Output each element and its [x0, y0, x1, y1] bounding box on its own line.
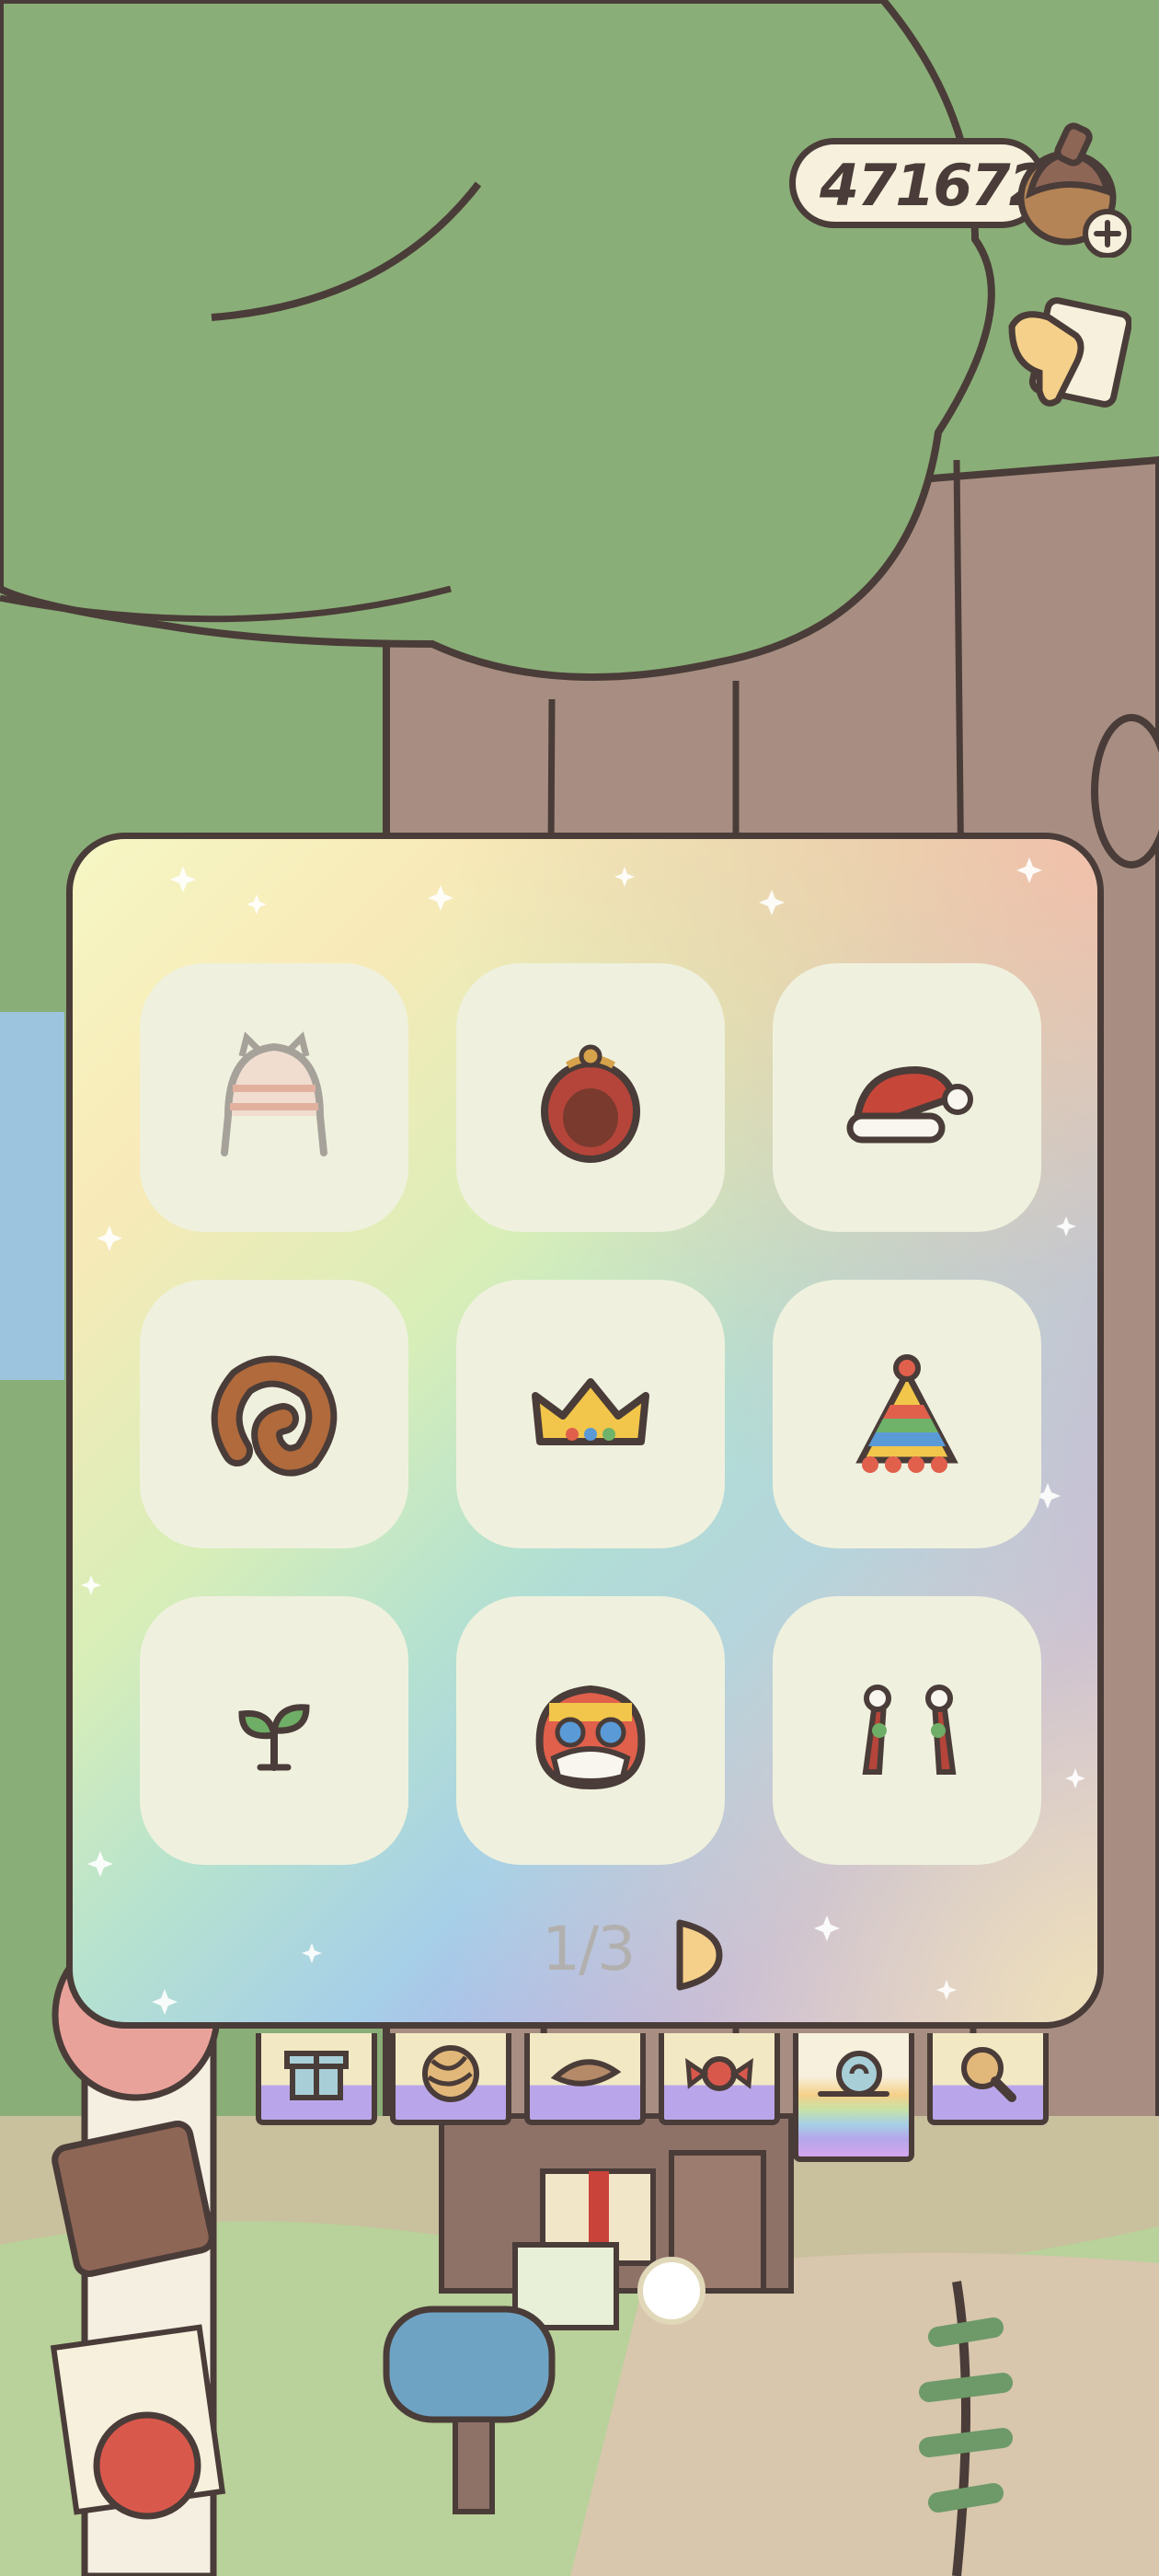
lion-dance-mask-icon: [535, 1685, 646, 1790]
leaf-icon: [550, 2059, 622, 2087]
item-slot[interactable]: [773, 1596, 1041, 1865]
gourd-bag-icon: [541, 1044, 640, 1163]
item-slot[interactable]: [456, 963, 725, 1232]
item-slot[interactable]: [140, 1280, 408, 1548]
tab-leaves[interactable]: [524, 2033, 646, 2134]
knit-hat-icon: [221, 1031, 327, 1156]
item-slot[interactable]: [456, 1596, 725, 1865]
plus-icon[interactable]: [1083, 209, 1131, 258]
yarn-ball-icon: [422, 2045, 479, 2102]
snail-icon: [818, 2051, 889, 2097]
candy-icon: [685, 2056, 753, 2091]
tab-snail[interactable]: [793, 2033, 914, 2162]
magnifier-icon: [961, 2047, 1016, 2102]
item-slot[interactable]: [140, 1596, 408, 1865]
currency-pill: 471672: [789, 138, 1049, 228]
sprout-icon: [238, 1704, 310, 1771]
item-slot[interactable]: [140, 963, 408, 1232]
pager: 1/3: [73, 1906, 1097, 1998]
acorn-counter: 471672: [789, 138, 1049, 230]
gift-icon: [284, 2051, 349, 2100]
pretzel-icon: [211, 1355, 338, 1477]
next-page-arrow-icon[interactable]: [669, 1914, 724, 1996]
page-indicator: 1/3: [542, 1914, 636, 1984]
crown-icon: [532, 1378, 649, 1445]
tab-gifts[interactable]: [256, 2033, 377, 2134]
tab-yarn[interactable]: [390, 2033, 511, 2134]
inventory-panel: 1/3: [66, 833, 1104, 2029]
santa-hat-icon: [846, 1065, 973, 1144]
tab-search[interactable]: [927, 2033, 1049, 2134]
cherry-hairclips-icon: [862, 1685, 957, 1775]
acorn-icon[interactable]: [1012, 120, 1131, 258]
item-slot[interactable]: [773, 963, 1041, 1232]
pointing-hand-icon[interactable]: [1003, 290, 1131, 419]
item-slot[interactable]: [456, 1280, 725, 1548]
party-hat-icon: [855, 1354, 958, 1473]
tab-candy[interactable]: [659, 2033, 780, 2134]
item-slot[interactable]: [773, 1280, 1041, 1548]
